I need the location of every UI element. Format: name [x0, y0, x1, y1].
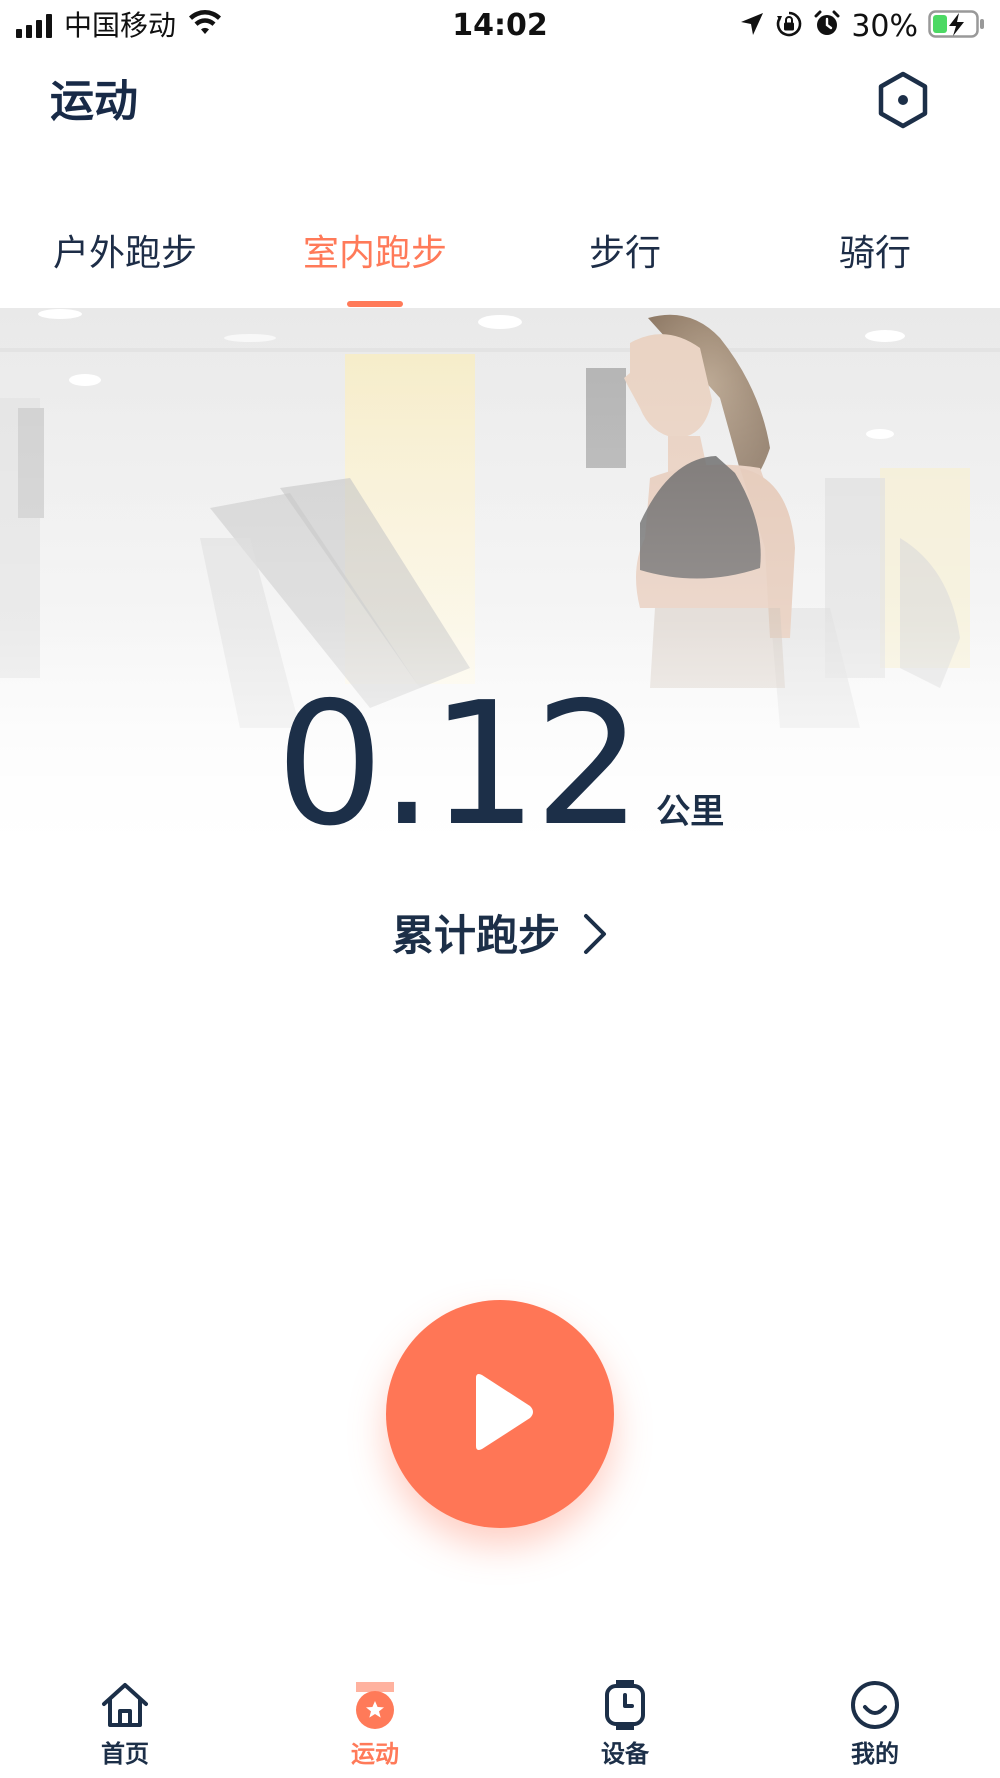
distance-unit: 公里 — [656, 792, 725, 832]
settings-button[interactable] — [873, 70, 933, 134]
nav-label-sport: 运动 — [351, 1740, 399, 1768]
nav-label-device: 设备 — [601, 1740, 649, 1768]
alarm-icon — [813, 10, 841, 42]
nav-label-profile: 我的 — [851, 1740, 899, 1768]
distance-value: 0.12 — [275, 666, 643, 864]
status-bar-right: 30% — [739, 6, 986, 46]
page-title: 运动 — [50, 76, 138, 127]
nav-item-device[interactable]: 设备 — [500, 1670, 750, 1778]
nav-item-sport[interactable]: 运动 — [250, 1670, 500, 1778]
tab-walk[interactable]: 步行 — [500, 226, 750, 282]
bottom-navigation: 首页 运动 设备 我的 — [0, 1670, 1000, 1778]
nav-item-profile[interactable]: 我的 — [750, 1670, 1000, 1778]
hexagon-settings-icon — [876, 70, 930, 134]
start-workout-button[interactable] — [386, 1300, 614, 1528]
smile-icon — [848, 1678, 902, 1732]
sport-type-tabs: 户外跑步 室内跑步 步行 骑行 — [0, 226, 1000, 308]
tab-outdoor-run[interactable]: 户外跑步 — [0, 226, 250, 282]
tab-cycling[interactable]: 骑行 — [750, 226, 1000, 282]
total-running-label: 累计跑步 — [391, 911, 560, 960]
watch-icon — [598, 1678, 652, 1732]
total-running-link[interactable]: 累计跑步 — [0, 906, 1000, 966]
active-tab-indicator — [347, 301, 403, 307]
nav-item-home[interactable]: 首页 — [0, 1670, 250, 1778]
home-icon — [98, 1678, 152, 1732]
tab-indoor-run[interactable]: 室内跑步 — [250, 226, 500, 282]
status-bar: 中国移动 14:02 30% — [0, 0, 1000, 52]
battery-charging-icon — [928, 9, 986, 43]
location-arrow-icon — [739, 11, 765, 41]
orientation-lock-icon — [775, 10, 803, 42]
nav-label-home: 首页 — [101, 1740, 149, 1768]
chevron-right-icon — [580, 912, 608, 960]
sport-icon — [348, 1678, 402, 1732]
play-icon — [462, 1370, 538, 1458]
battery-percentage: 30% — [851, 8, 918, 44]
distance-readout: 0.12 公里 — [0, 680, 1000, 850]
